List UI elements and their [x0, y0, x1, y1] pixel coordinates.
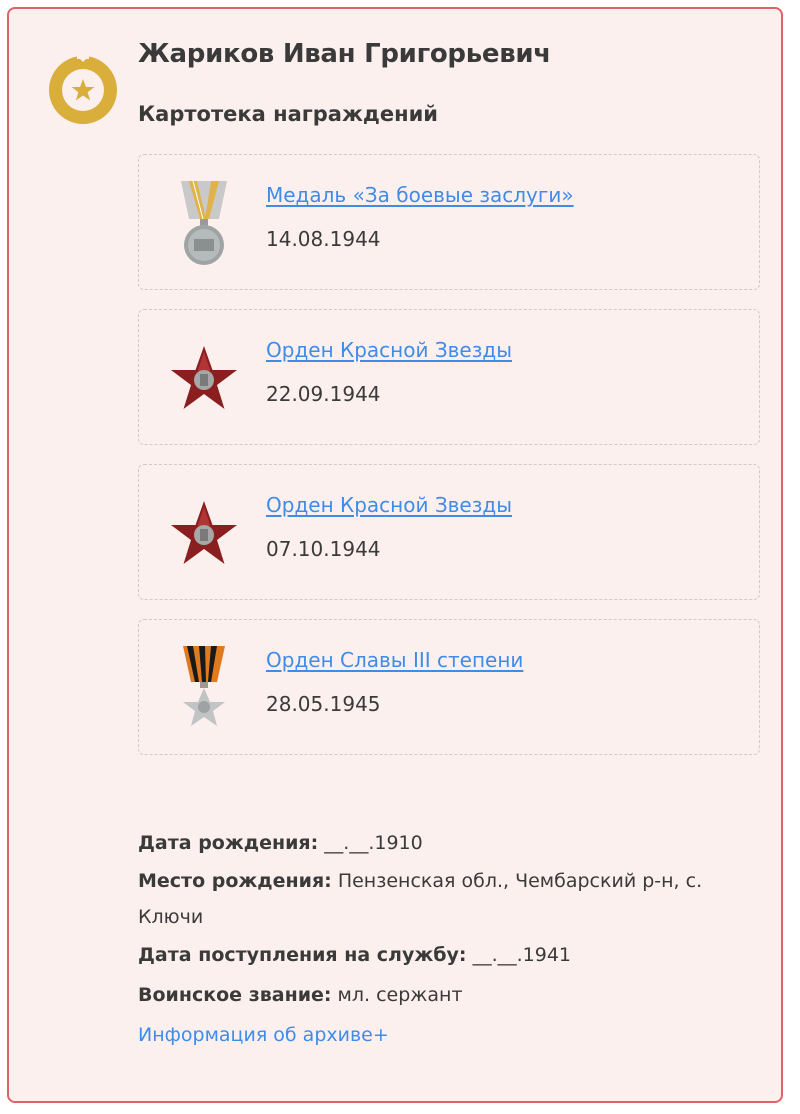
order-red-star-icon [171, 501, 237, 564]
birth-date-row: Дата рождения: __.__.1910 [138, 823, 768, 863]
person-name: Жариков Иван Григорьевич [138, 39, 551, 69]
birth-date-label: Дата рождения: [138, 832, 319, 854]
award-list: Медаль «За боевые заслуги» 14.08.1944 Ор… [138, 154, 760, 774]
award-item: Орден Красной Звезды 22.09.1944 [138, 309, 760, 445]
birth-place-label: Место рождения: [138, 870, 332, 892]
person-details: Дата рождения: __.__.1910 Место рождения… [138, 823, 768, 1055]
service-start-label: Дата поступления на службу: [138, 944, 467, 966]
award-date: 14.08.1944 [266, 227, 381, 251]
award-title-link[interactable]: Медаль «За боевые заслуги» [266, 183, 574, 207]
award-item: Орден Славы III степени 28.05.1945 [138, 619, 760, 755]
award-date: 07.10.1944 [266, 537, 381, 561]
order-of-glory-icon [183, 646, 225, 726]
award-date: 22.09.1944 [266, 382, 381, 406]
service-start-value: __.__.1941 [472, 944, 571, 966]
rank-value: мл. сержант [337, 984, 463, 1006]
award-item: Медаль «За боевые заслуги» 14.08.1944 [138, 154, 760, 290]
award-card: Жариков Иван Григорьевич Картотека награ… [7, 7, 783, 1103]
medal-for-combat-merit-icon [181, 180, 227, 265]
archive-row: Информация об архиве+ [138, 1015, 768, 1055]
order-red-star-icon [171, 346, 237, 409]
award-item: Орден Красной Звезды 07.10.1944 [138, 464, 760, 600]
archive-info-link[interactable]: Информация об архиве+ [138, 1024, 389, 1046]
rank-label: Воинское звание: [138, 984, 332, 1006]
award-title-link[interactable]: Орден Славы III степени [266, 648, 523, 672]
rank-row: Воинское звание: мл. сержант [138, 975, 768, 1015]
section-title: Картотека награждений [138, 102, 439, 126]
service-start-row: Дата поступления на службу: __.__.1941 [138, 935, 768, 975]
medal-badge-icon [49, 50, 117, 124]
award-title-link[interactable]: Орден Красной Звезды [266, 338, 512, 362]
award-title-link[interactable]: Орден Красной Звезды [266, 493, 512, 517]
award-date: 28.05.1945 [266, 692, 381, 716]
birth-place-row: Место рождения: Пензенская обл., Чембарс… [138, 863, 768, 935]
birth-date-value: __.__.1910 [324, 832, 423, 854]
